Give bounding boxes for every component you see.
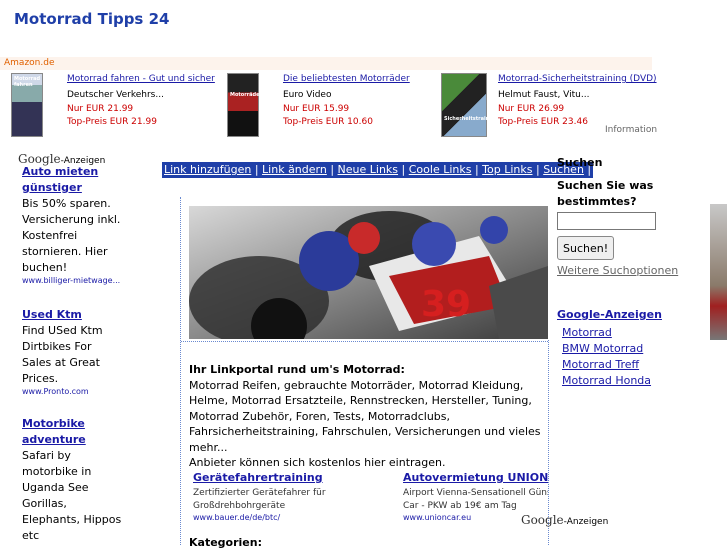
search-prompt: Suchen Sie was bestimmtes?: [557, 179, 654, 208]
ad-text-line: Dirtbikes For: [22, 340, 92, 353]
search-button[interactable]: Suchen!: [557, 236, 615, 260]
ad-text-line: Kostenfrei: [22, 229, 78, 242]
right-ads-heading[interactable]: Google-Anzeigen: [557, 308, 662, 321]
nav-link-coole[interactable]: Coole Links: [409, 163, 472, 176]
ad-text-line: Prices.: [22, 372, 59, 385]
nav-separator: |: [471, 163, 483, 176]
product-cover-2[interactable]: Motorräder: [227, 73, 262, 137]
intro-section: Ihr Linkportal rund um's Motorrad: Motor…: [189, 362, 547, 471]
bottom-ad-title[interactable]: Autovermietung UNION CAR: [403, 471, 548, 484]
nav-separator: |: [398, 163, 409, 176]
product-title-1[interactable]: Motorrad fahren - Gut und sicher: [67, 74, 215, 84]
right-ad-link[interactable]: Motorrad Honda: [562, 373, 651, 389]
product-price-3: Nur EUR 26.99: [498, 104, 565, 114]
product-top-price-2: Top-Preis EUR 10.60: [283, 117, 373, 127]
hero-illustration: 39: [189, 206, 548, 339]
ad-title-line[interactable]: Auto mieten: [22, 164, 147, 180]
nav-link-neue[interactable]: Neue Links: [338, 163, 399, 176]
ad-text-line: Gorillas,: [22, 497, 67, 510]
product-price-1: Nur EUR 21.99: [67, 104, 134, 114]
ad-text-line: Uganda See: [22, 481, 89, 494]
ad-text-line: Safari by: [22, 449, 71, 462]
bottom-ad-text: Zertifizierter Gerätefahrer für: [193, 488, 326, 498]
product-top-price-3: Top-Preis EUR 23.46: [498, 117, 588, 127]
side-image-partial: [710, 204, 727, 340]
intro-heading: Ihr Linkportal rund um's Motorrad:: [189, 363, 405, 376]
ad-text-line: etc: [22, 529, 40, 542]
ad-text-line: Find USed Ktm: [22, 324, 103, 337]
race-number: 39: [421, 284, 471, 325]
right-ads-list: Motorrad BMW Motorrad Motorrad Treff Mot…: [562, 325, 651, 389]
left-ad-2: Used Ktm Find USed Ktm Dirtbikes For Sal…: [22, 307, 147, 396]
ad-title-line[interactable]: günstiger: [22, 180, 147, 196]
bottom-ad-text: Airport Vienna-Sensationell Günstig Rent…: [403, 488, 548, 498]
nav-separator: |: [532, 163, 544, 176]
ad-title-line[interactable]: Motorbike: [22, 416, 147, 432]
product-title-3[interactable]: Motorrad-Sicherheitstraining (DVD): [498, 74, 657, 84]
cover-label: Sicherheitstraining: [444, 116, 499, 122]
site-title: Motorrad Tipps 24: [14, 10, 170, 28]
nav-separator: |: [251, 163, 263, 176]
product-price-2: Nur EUR 15.99: [283, 104, 350, 114]
ad-text-line: buchen!: [22, 261, 68, 274]
amazon-label[interactable]: Amazon.de: [4, 58, 54, 68]
intro-note: Anbieter können sich kostenlos hier eint…: [189, 456, 446, 469]
google-ads-label-bottom[interactable]: Google-Anzeigen: [521, 509, 608, 528]
bottom-ad-1: Gerätefahrertraining Zertifizierter Gerä…: [193, 471, 393, 522]
more-search-options-link[interactable]: Weitere Suchoptionen: [557, 264, 678, 277]
ad-title-line[interactable]: Used Ktm: [22, 307, 147, 323]
product-top-price-1: Top-Preis EUR 21.99: [67, 117, 157, 127]
search-input[interactable]: [557, 212, 656, 230]
bottom-ad-title[interactable]: Gerätefahrertraining: [193, 471, 393, 484]
ad-url[interactable]: www.billiger-mietwage...: [22, 276, 147, 285]
product-subtitle-2: Euro Video: [283, 90, 332, 100]
amazon-widget-bar: [0, 57, 652, 70]
amazon-info-link[interactable]: Information: [605, 125, 657, 135]
search-heading: Suchen: [557, 156, 603, 169]
ad-text-line: Elephants, Hippos: [22, 513, 122, 526]
cover-label: Motorräder: [230, 92, 262, 98]
right-ad-link[interactable]: Motorrad: [562, 325, 651, 341]
nav-link-aendern[interactable]: Link ändern: [262, 163, 327, 176]
cover-label: Motorrad fahren: [14, 76, 41, 88]
left-ad-3: Motorbike adventure Safari by motorbike …: [22, 416, 147, 544]
nav-separator: |: [326, 163, 338, 176]
product-subtitle-3: Helmut Faust, Vitu...: [498, 90, 590, 100]
ad-text-line: motorbike in: [22, 465, 92, 478]
ad-url[interactable]: www.Pronto.com: [22, 387, 147, 396]
google-logo: Google: [521, 513, 564, 527]
product-cover-3[interactable]: Sicherheitstraining: [441, 73, 499, 137]
ad-title-line[interactable]: adventure: [22, 432, 147, 448]
right-ad-link[interactable]: Motorrad Treff: [562, 357, 651, 373]
nav-bar: Link hinzufügen | Link ändern | Neue Lin…: [162, 162, 594, 178]
categories-heading: Kategorien:: [189, 536, 262, 549]
bottom-ad-url[interactable]: www.bauer.de/de/btc/: [193, 513, 393, 522]
ad-text-line: stornieren. Hier: [22, 245, 108, 258]
nav-link-hinzufuegen[interactable]: Link hinzufügen: [164, 163, 251, 176]
bottom-ad-text: Großdrehbohrgeräte: [193, 501, 286, 511]
product-cover-1[interactable]: Motorrad fahren: [11, 73, 43, 137]
product-title-2[interactable]: Die beliebtesten Motorräder: [283, 74, 410, 84]
ad-text-line: Sales at Great: [22, 356, 100, 369]
hero-motorbike-image: 39: [189, 206, 548, 339]
intro-body: Motorrad Reifen, gebrauchte Motorräder, …: [189, 378, 541, 454]
content-divider: [181, 341, 548, 342]
google-ads-suffix: -Anzeigen: [563, 517, 609, 527]
nav-link-top[interactable]: Top Links: [482, 163, 532, 176]
product-subtitle-1: Deutscher Verkehrs...: [67, 90, 164, 100]
content-border-left: [180, 197, 181, 545]
left-ad-1: Auto mieten günstiger Bis 50% sparen. Ve…: [22, 164, 147, 285]
right-ad-link[interactable]: BMW Motorrad: [562, 341, 651, 357]
ad-text-line: Bis 50% sparen.: [22, 197, 111, 210]
ad-text-line: Versicherung inkl.: [22, 213, 121, 226]
